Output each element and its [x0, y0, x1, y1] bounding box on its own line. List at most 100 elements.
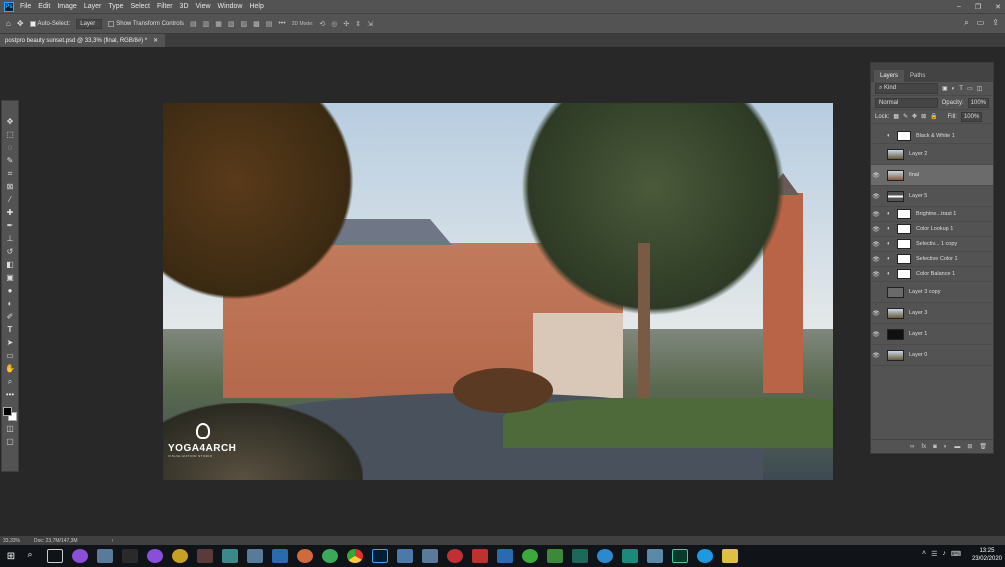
- volume-icon[interactable]: ♪: [942, 550, 946, 558]
- eye-icon[interactable]: 👁: [871, 271, 881, 278]
- menu-filter[interactable]: Filter: [157, 3, 173, 10]
- 3d-slide-icon[interactable]: ⇕: [355, 20, 361, 28]
- taskbar-app-icon[interactable]: [72, 549, 88, 563]
- taskbar-app-icon[interactable]: [522, 549, 538, 563]
- close-tab-icon[interactable]: ✕: [153, 37, 158, 44]
- pen-tool-icon[interactable]: ✐: [7, 312, 14, 322]
- kind-filter-dropdown[interactable]: ⌕ Kind: [875, 83, 938, 94]
- eye-icon[interactable]: 👁: [871, 172, 881, 179]
- chevron-up-icon[interactable]: ˄: [922, 550, 926, 558]
- taskbar-app-icon[interactable]: [547, 549, 563, 563]
- link-layers-icon[interactable]: ∞: [910, 444, 914, 450]
- color-swatches[interactable]: [3, 407, 17, 421]
- layer-row[interactable]: 👁 ◐ Brightne...trast 1: [871, 207, 993, 222]
- filter-type-icon[interactable]: T: [959, 86, 963, 92]
- taskbar-app-icon[interactable]: [122, 549, 138, 563]
- align-center-icon[interactable]: ▥: [203, 20, 210, 28]
- new-adjustment-icon[interactable]: ◐: [944, 444, 948, 450]
- gradient-tool-icon[interactable]: ▣: [6, 273, 14, 283]
- minimize-icon[interactable]: –: [957, 3, 961, 10]
- eye-icon[interactable]: 👁: [871, 331, 881, 338]
- taskbar-app-icon[interactable]: [297, 549, 313, 563]
- taskbar-app-icon[interactable]: [497, 549, 513, 563]
- delete-layer-icon[interactable]: 🗑: [979, 443, 987, 450]
- menu-edit[interactable]: Edit: [38, 3, 50, 10]
- zoom-tool-icon[interactable]: ⌕: [8, 377, 12, 387]
- move-tool-icon[interactable]: ✥: [17, 19, 24, 28]
- taskbar-app-icon[interactable]: [447, 549, 463, 563]
- dodge-tool-icon[interactable]: ◐: [8, 299, 13, 309]
- filter-adjustment-icon[interactable]: ◐: [952, 86, 956, 92]
- taskbar-app-icon[interactable]: [172, 549, 188, 563]
- align-right-icon[interactable]: ▦: [215, 20, 222, 28]
- new-group-icon[interactable]: ▬: [954, 444, 960, 450]
- layer-style-icon[interactable]: fx: [921, 444, 926, 450]
- layer-row[interactable]: ◐ Black & White 1: [871, 129, 993, 144]
- align-bottom-icon[interactable]: ▩: [253, 20, 260, 28]
- taskbar-app-icon[interactable]: [622, 549, 638, 563]
- audition-icon[interactable]: [672, 549, 688, 563]
- search-icon[interactable]: ⌕: [22, 549, 38, 563]
- opacity-input[interactable]: 100%: [967, 97, 989, 108]
- foreground-color-swatch[interactable]: [3, 407, 12, 416]
- lock-transparent-icon[interactable]: ▦: [893, 113, 899, 120]
- menu-view[interactable]: View: [196, 3, 211, 10]
- menu-window[interactable]: Window: [218, 3, 243, 10]
- auto-select-checkbox[interactable]: Auto-Select:: [29, 20, 70, 27]
- auto-select-dropdown[interactable]: Layer: [76, 18, 103, 29]
- eye-icon[interactable]: 👁: [871, 193, 881, 200]
- brush-tool-icon[interactable]: ✒: [7, 221, 14, 231]
- skype-icon[interactable]: [697, 549, 713, 563]
- filter-shape-icon[interactable]: ▭: [967, 85, 973, 92]
- tab-layers[interactable]: Layers: [874, 70, 905, 82]
- eye-icon[interactable]: 👁: [871, 310, 881, 317]
- lock-artboard-icon[interactable]: ⊠: [921, 113, 926, 120]
- quick-select-tool-icon[interactable]: ✎: [7, 156, 14, 166]
- move-tool-icon[interactable]: ✥: [7, 117, 14, 127]
- taskbar-app-icon[interactable]: [472, 549, 488, 563]
- history-brush-tool-icon[interactable]: ↺: [7, 247, 14, 257]
- marquee-tool-icon[interactable]: ⬚: [6, 130, 14, 140]
- frame-tool-icon[interactable]: ⊠: [7, 182, 14, 192]
- task-view-icon[interactable]: [47, 549, 63, 563]
- photoshop-taskbar-icon[interactable]: [372, 549, 388, 563]
- taskbar-app-icon[interactable]: [97, 549, 113, 563]
- eraser-tool-icon[interactable]: ◧: [6, 260, 14, 270]
- network-icon[interactable]: ☰: [931, 550, 937, 558]
- blend-mode-dropdown[interactable]: Normal: [875, 97, 938, 108]
- menu-layer[interactable]: Layer: [84, 3, 102, 10]
- eye-icon[interactable]: 👁: [871, 241, 881, 248]
- fill-input[interactable]: 100%: [960, 111, 983, 122]
- document-tab[interactable]: postpro beauty sunset.psd @ 33,3% (final…: [0, 34, 165, 47]
- menu-type[interactable]: Type: [108, 3, 123, 10]
- chrome-icon[interactable]: [347, 549, 363, 563]
- layer-row[interactable]: Layer 3 copy: [871, 282, 993, 303]
- lasso-tool-icon[interactable]: ◌: [8, 143, 13, 153]
- workspace-icon[interactable]: ▭: [977, 18, 985, 28]
- eye-icon[interactable]: 👁: [871, 226, 881, 233]
- taskbar-app-icon[interactable]: [597, 549, 613, 563]
- crop-tool-icon[interactable]: ⌗: [8, 169, 13, 179]
- home-icon[interactable]: ⌂: [6, 19, 11, 28]
- lock-position-icon[interactable]: ✥: [912, 113, 917, 120]
- layer-row[interactable]: 👁 Layer 3: [871, 303, 993, 324]
- status-arrow-icon[interactable]: ›: [112, 538, 114, 544]
- 3d-scale-icon[interactable]: ⇲: [367, 20, 373, 28]
- close-icon[interactable]: ✕: [995, 3, 1001, 11]
- taskbar-app-icon[interactable]: [422, 549, 438, 563]
- taskbar-app-icon[interactable]: [572, 549, 588, 563]
- document-canvas[interactable]: YOGA4ARCH VISUALIZATION STUDIO: [163, 103, 833, 480]
- edit-toolbar-icon[interactable]: •••: [6, 390, 14, 400]
- filter-smart-object-icon[interactable]: ◫: [977, 85, 983, 92]
- menu-select[interactable]: Select: [131, 3, 150, 10]
- keyboard-icon[interactable]: ⌨: [951, 550, 961, 558]
- eye-icon[interactable]: 👁: [871, 352, 881, 359]
- taskbar-app-icon[interactable]: [147, 549, 163, 563]
- layer-row[interactable]: 👁 ◐ Selective Color 1: [871, 252, 993, 267]
- taskbar-app-icon[interactable]: [222, 549, 238, 563]
- restore-icon[interactable]: ❐: [975, 3, 981, 11]
- share-icon[interactable]: ⇪: [992, 18, 999, 28]
- type-tool-icon[interactable]: T: [8, 325, 13, 335]
- rectangle-tool-icon[interactable]: ▭: [6, 351, 14, 361]
- clone-stamp-tool-icon[interactable]: ⊥: [7, 234, 14, 244]
